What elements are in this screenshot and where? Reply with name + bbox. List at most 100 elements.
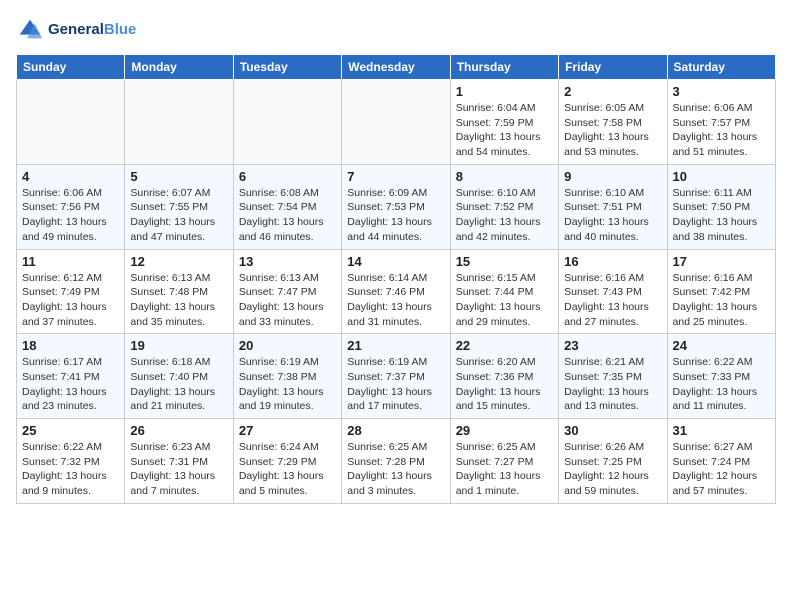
calendar-cell: 21 Sunrise: 6:19 AMSunset: 7:37 PMDaylig… [342, 334, 450, 419]
day-detail: Sunrise: 6:18 AMSunset: 7:40 PMDaylight:… [130, 355, 227, 414]
day-detail: Sunrise: 6:07 AMSunset: 7:55 PMDaylight:… [130, 186, 227, 245]
day-detail: Sunrise: 6:25 AMSunset: 7:28 PMDaylight:… [347, 440, 444, 499]
day-detail: Sunrise: 6:22 AMSunset: 7:32 PMDaylight:… [22, 440, 119, 499]
calendar-cell: 18 Sunrise: 6:17 AMSunset: 7:41 PMDaylig… [17, 334, 125, 419]
day-detail: Sunrise: 6:24 AMSunset: 7:29 PMDaylight:… [239, 440, 336, 499]
day-detail: Sunrise: 6:09 AMSunset: 7:53 PMDaylight:… [347, 186, 444, 245]
day-detail: Sunrise: 6:04 AMSunset: 7:59 PMDaylight:… [456, 101, 553, 160]
calendar-cell: 23 Sunrise: 6:21 AMSunset: 7:35 PMDaylig… [559, 334, 667, 419]
day-number: 21 [347, 338, 444, 353]
day-detail: Sunrise: 6:20 AMSunset: 7:36 PMDaylight:… [456, 355, 553, 414]
day-detail: Sunrise: 6:10 AMSunset: 7:52 PMDaylight:… [456, 186, 553, 245]
calendar-week-row: 11 Sunrise: 6:12 AMSunset: 7:49 PMDaylig… [17, 249, 776, 334]
day-detail: Sunrise: 6:11 AMSunset: 7:50 PMDaylight:… [673, 186, 770, 245]
day-detail: Sunrise: 6:19 AMSunset: 7:37 PMDaylight:… [347, 355, 444, 414]
day-number: 27 [239, 423, 336, 438]
day-number: 10 [673, 169, 770, 184]
day-number: 8 [456, 169, 553, 184]
day-number: 25 [22, 423, 119, 438]
calendar-cell: 12 Sunrise: 6:13 AMSunset: 7:48 PMDaylig… [125, 249, 233, 334]
logo-icon [16, 16, 44, 44]
day-detail: Sunrise: 6:17 AMSunset: 7:41 PMDaylight:… [22, 355, 119, 414]
calendar-cell: 29 Sunrise: 6:25 AMSunset: 7:27 PMDaylig… [450, 419, 558, 504]
calendar-week-row: 25 Sunrise: 6:22 AMSunset: 7:32 PMDaylig… [17, 419, 776, 504]
calendar-cell: 10 Sunrise: 6:11 AMSunset: 7:50 PMDaylig… [667, 164, 775, 249]
calendar-table: SundayMondayTuesdayWednesdayThursdayFrid… [16, 54, 776, 504]
day-number: 28 [347, 423, 444, 438]
calendar-week-row: 18 Sunrise: 6:17 AMSunset: 7:41 PMDaylig… [17, 334, 776, 419]
day-number: 7 [347, 169, 444, 184]
day-detail: Sunrise: 6:25 AMSunset: 7:27 PMDaylight:… [456, 440, 553, 499]
calendar-cell: 14 Sunrise: 6:14 AMSunset: 7:46 PMDaylig… [342, 249, 450, 334]
day-number: 31 [673, 423, 770, 438]
day-number: 26 [130, 423, 227, 438]
calendar-cell: 7 Sunrise: 6:09 AMSunset: 7:53 PMDayligh… [342, 164, 450, 249]
page-header: GeneralBlue [16, 16, 776, 44]
day-number: 30 [564, 423, 661, 438]
day-number: 11 [22, 254, 119, 269]
day-number: 4 [22, 169, 119, 184]
day-detail: Sunrise: 6:06 AMSunset: 7:57 PMDaylight:… [673, 101, 770, 160]
day-detail: Sunrise: 6:12 AMSunset: 7:49 PMDaylight:… [22, 271, 119, 330]
day-detail: Sunrise: 6:08 AMSunset: 7:54 PMDaylight:… [239, 186, 336, 245]
day-number: 3 [673, 84, 770, 99]
day-number: 17 [673, 254, 770, 269]
calendar-day-header: Thursday [450, 55, 558, 80]
day-detail: Sunrise: 6:27 AMSunset: 7:24 PMDaylight:… [673, 440, 770, 499]
calendar-cell: 11 Sunrise: 6:12 AMSunset: 7:49 PMDaylig… [17, 249, 125, 334]
day-detail: Sunrise: 6:16 AMSunset: 7:42 PMDaylight:… [673, 271, 770, 330]
day-detail: Sunrise: 6:15 AMSunset: 7:44 PMDaylight:… [456, 271, 553, 330]
calendar-cell: 8 Sunrise: 6:10 AMSunset: 7:52 PMDayligh… [450, 164, 558, 249]
calendar-cell: 24 Sunrise: 6:22 AMSunset: 7:33 PMDaylig… [667, 334, 775, 419]
calendar-cell: 22 Sunrise: 6:20 AMSunset: 7:36 PMDaylig… [450, 334, 558, 419]
day-number: 5 [130, 169, 227, 184]
day-number: 15 [456, 254, 553, 269]
calendar-day-header: Friday [559, 55, 667, 80]
day-detail: Sunrise: 6:05 AMSunset: 7:58 PMDaylight:… [564, 101, 661, 160]
calendar-cell: 15 Sunrise: 6:15 AMSunset: 7:44 PMDaylig… [450, 249, 558, 334]
logo: GeneralBlue [16, 16, 136, 44]
calendar-cell [342, 80, 450, 165]
day-number: 6 [239, 169, 336, 184]
day-number: 14 [347, 254, 444, 269]
calendar-day-header: Tuesday [233, 55, 341, 80]
day-detail: Sunrise: 6:22 AMSunset: 7:33 PMDaylight:… [673, 355, 770, 414]
day-number: 2 [564, 84, 661, 99]
day-number: 18 [22, 338, 119, 353]
calendar-cell [233, 80, 341, 165]
calendar-cell: 1 Sunrise: 6:04 AMSunset: 7:59 PMDayligh… [450, 80, 558, 165]
day-number: 20 [239, 338, 336, 353]
calendar-cell: 5 Sunrise: 6:07 AMSunset: 7:55 PMDayligh… [125, 164, 233, 249]
calendar-cell: 31 Sunrise: 6:27 AMSunset: 7:24 PMDaylig… [667, 419, 775, 504]
calendar-cell: 3 Sunrise: 6:06 AMSunset: 7:57 PMDayligh… [667, 80, 775, 165]
day-detail: Sunrise: 6:13 AMSunset: 7:47 PMDaylight:… [239, 271, 336, 330]
day-detail: Sunrise: 6:23 AMSunset: 7:31 PMDaylight:… [130, 440, 227, 499]
day-number: 22 [456, 338, 553, 353]
day-detail: Sunrise: 6:16 AMSunset: 7:43 PMDaylight:… [564, 271, 661, 330]
calendar-cell: 30 Sunrise: 6:26 AMSunset: 7:25 PMDaylig… [559, 419, 667, 504]
calendar-cell: 26 Sunrise: 6:23 AMSunset: 7:31 PMDaylig… [125, 419, 233, 504]
logo-text: GeneralBlue [48, 21, 136, 39]
calendar-day-header: Monday [125, 55, 233, 80]
day-detail: Sunrise: 6:06 AMSunset: 7:56 PMDaylight:… [22, 186, 119, 245]
day-detail: Sunrise: 6:21 AMSunset: 7:35 PMDaylight:… [564, 355, 661, 414]
calendar-cell: 16 Sunrise: 6:16 AMSunset: 7:43 PMDaylig… [559, 249, 667, 334]
calendar-day-header: Wednesday [342, 55, 450, 80]
day-number: 29 [456, 423, 553, 438]
calendar-cell: 2 Sunrise: 6:05 AMSunset: 7:58 PMDayligh… [559, 80, 667, 165]
calendar-cell: 17 Sunrise: 6:16 AMSunset: 7:42 PMDaylig… [667, 249, 775, 334]
calendar-cell: 27 Sunrise: 6:24 AMSunset: 7:29 PMDaylig… [233, 419, 341, 504]
day-number: 23 [564, 338, 661, 353]
day-detail: Sunrise: 6:26 AMSunset: 7:25 PMDaylight:… [564, 440, 661, 499]
calendar-cell [125, 80, 233, 165]
day-number: 19 [130, 338, 227, 353]
calendar-week-row: 4 Sunrise: 6:06 AMSunset: 7:56 PMDayligh… [17, 164, 776, 249]
day-number: 24 [673, 338, 770, 353]
day-detail: Sunrise: 6:10 AMSunset: 7:51 PMDaylight:… [564, 186, 661, 245]
day-number: 9 [564, 169, 661, 184]
calendar-cell: 13 Sunrise: 6:13 AMSunset: 7:47 PMDaylig… [233, 249, 341, 334]
calendar-day-header: Saturday [667, 55, 775, 80]
calendar-cell: 25 Sunrise: 6:22 AMSunset: 7:32 PMDaylig… [17, 419, 125, 504]
day-detail: Sunrise: 6:19 AMSunset: 7:38 PMDaylight:… [239, 355, 336, 414]
calendar-cell: 4 Sunrise: 6:06 AMSunset: 7:56 PMDayligh… [17, 164, 125, 249]
